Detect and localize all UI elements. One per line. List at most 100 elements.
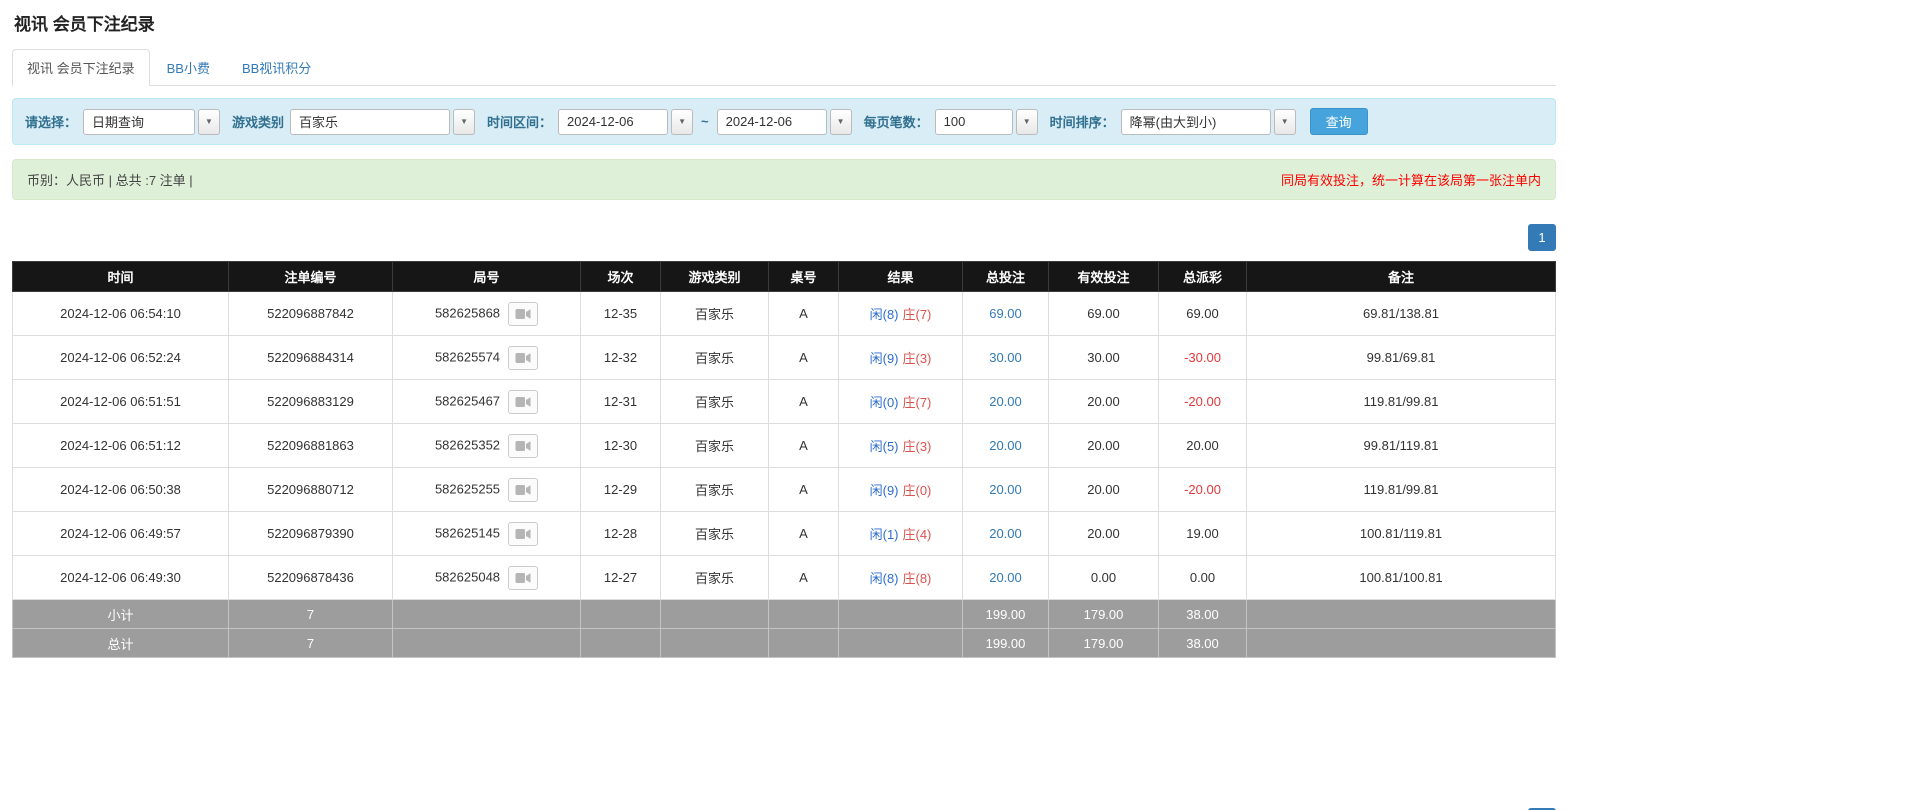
round-id-text: 582625467 — [435, 393, 500, 408]
select-type-label: 请选择： — [25, 112, 77, 131]
column-header: 注单编号 — [229, 262, 393, 292]
cell-table-no: A — [769, 424, 839, 468]
cell-session: 12-35 — [581, 292, 661, 336]
query-type-dropdown-button[interactable]: ▼ — [198, 109, 220, 135]
round-id-text: 582625048 — [435, 569, 500, 584]
total-row: 总计7199.00179.0038.00 — [13, 629, 1556, 658]
cell-total-bet: 20.00 — [963, 380, 1049, 424]
date-to-dropdown-button[interactable]: ▼ — [830, 109, 852, 135]
cell-result: 闲(0)庄(7) — [839, 380, 963, 424]
video-replay-icon-button[interactable] — [508, 478, 538, 502]
result-player: 闲(8) — [870, 571, 899, 586]
cell-valid-bet: 69.00 — [1049, 292, 1159, 336]
subtotal-cell: 179.00 — [1049, 600, 1159, 629]
date-from-dropdown-button[interactable]: ▼ — [671, 109, 693, 135]
result-player: 闲(9) — [870, 351, 899, 366]
cell-bet-id: 522096887842 — [229, 292, 393, 336]
cell-bet-id: 522096880712 — [229, 468, 393, 512]
page-button-1[interactable]: 1 — [1528, 224, 1556, 251]
total-bet-link[interactable]: 30.00 — [989, 350, 1022, 365]
tab-bb-points[interactable]: BB视讯积分 — [227, 49, 326, 86]
date-from-input[interactable]: 2024-12-06 — [558, 109, 668, 135]
cell-result: 闲(8) 庄(7) — [839, 292, 963, 336]
result-banker: 庄(7) — [903, 307, 932, 322]
cell-total-bet: 30.00 — [963, 336, 1049, 380]
sort-label: 时间排序： — [1050, 112, 1115, 131]
caret-down-icon: ▼ — [205, 117, 213, 126]
total-bet-link[interactable]: 69.00 — [989, 306, 1022, 321]
cell-game-type: 百家乐 — [661, 292, 769, 336]
total-bet-link[interactable]: 20.00 — [989, 438, 1022, 453]
sort-input[interactable]: 降幂(由大到小) — [1121, 109, 1271, 135]
cell-bet-id: 522096879390 — [229, 512, 393, 556]
result-player: 闲(1) — [870, 527, 899, 542]
video-replay-icon-button[interactable] — [508, 522, 538, 546]
video-camera-icon — [515, 440, 531, 452]
game-type-combo: 百家乐 ▼ — [290, 109, 475, 135]
video-replay-icon-button[interactable] — [508, 566, 538, 590]
cell-time: 2024-12-06 06:54:10 — [13, 292, 229, 336]
subtotal-cell — [661, 600, 769, 629]
page-size-input[interactable]: 100 — [935, 109, 1013, 135]
page-size-combo: 100 ▼ — [935, 109, 1038, 135]
cell-valid-bet: 20.00 — [1049, 424, 1159, 468]
round-id-text: 582625145 — [435, 525, 500, 540]
game-type-input[interactable]: 百家乐 — [290, 109, 450, 135]
cell-session: 12-27 — [581, 556, 661, 600]
cell-note: 69.81/138.81 — [1247, 292, 1556, 336]
result-player: 闲(5) — [870, 439, 899, 454]
total-cell: 7 — [229, 629, 393, 658]
cell-time: 2024-12-06 06:50:38 — [13, 468, 229, 512]
query-type-input[interactable]: 日期查询 — [83, 109, 195, 135]
cell-result: 闲(8) 庄(8) — [839, 556, 963, 600]
column-header: 桌号 — [769, 262, 839, 292]
cell-round-id: 582625352 — [393, 424, 581, 468]
cell-note: 100.81/100.81 — [1247, 556, 1556, 600]
subtotal-cell: 38.00 — [1159, 600, 1247, 629]
caret-down-icon: ▼ — [678, 117, 686, 126]
cell-result: 闲(9) 庄(3) — [839, 336, 963, 380]
round-id-text: 582625352 — [435, 437, 500, 452]
cell-total-bet: 69.00 — [963, 292, 1049, 336]
date-from-combo: 2024-12-06 ▼ — [558, 109, 693, 135]
total-bet-link[interactable]: 20.00 — [989, 482, 1022, 497]
total-bet-link[interactable]: 20.00 — [989, 570, 1022, 585]
result-player: 闲(8) — [870, 307, 899, 322]
summary-bar: 币别：人民币 | 总共 :7 注单 | 同局有效投注，统一计算在该局第一张注单内 — [12, 159, 1556, 200]
cell-total-bet: 20.00 — [963, 556, 1049, 600]
cell-session: 12-30 — [581, 424, 661, 468]
column-header: 备注 — [1247, 262, 1556, 292]
subtotal-cell — [581, 600, 661, 629]
filter-bar: 请选择： 日期查询 ▼ 游戏类别 百家乐 ▼ 时间区间： 2024-12-06 … — [12, 98, 1556, 145]
total-bet-link[interactable]: 20.00 — [989, 526, 1022, 541]
tab-betting-records[interactable]: 视讯 会员下注纪录 — [12, 49, 150, 86]
cell-payout: -20.00 — [1159, 468, 1247, 512]
video-replay-icon-button[interactable] — [508, 434, 538, 458]
page-title: 视讯 会员下注纪录 — [12, 8, 1556, 49]
total-cell — [581, 629, 661, 658]
sort-dropdown-button[interactable]: ▼ — [1274, 109, 1296, 135]
page-size-dropdown-button[interactable]: ▼ — [1016, 109, 1038, 135]
total-cell: 38.00 — [1159, 629, 1247, 658]
search-button[interactable]: 查询 — [1310, 108, 1368, 135]
currency-summary-text: 币别：人民币 | 总共 :7 注单 | — [27, 170, 193, 189]
subtotal-cell: 7 — [229, 600, 393, 629]
video-camera-icon — [515, 352, 531, 364]
table-row: 2024-12-06 06:52:24 522096884314 5826255… — [13, 336, 1556, 380]
cell-table-no: A — [769, 292, 839, 336]
table-row: 2024-12-06 06:51:12 522096881863 5826253… — [13, 424, 1556, 468]
tab-bb-tips[interactable]: BB小费 — [152, 49, 225, 86]
total-bet-link[interactable]: 20.00 — [989, 394, 1022, 409]
cell-time: 2024-12-06 06:51:12 — [13, 424, 229, 468]
result-banker: 庄(8) — [903, 571, 932, 586]
video-replay-icon-button[interactable] — [508, 302, 538, 326]
video-camera-icon — [515, 396, 531, 408]
result-banker: 庄(3) — [903, 351, 932, 366]
game-type-dropdown-button[interactable]: ▼ — [453, 109, 475, 135]
cell-time: 2024-12-06 06:49:30 — [13, 556, 229, 600]
total-cell — [769, 629, 839, 658]
video-replay-icon-button[interactable] — [508, 390, 538, 414]
date-to-input[interactable]: 2024-12-06 — [717, 109, 827, 135]
cell-payout: -30.00 — [1159, 336, 1247, 380]
video-replay-icon-button[interactable] — [508, 346, 538, 370]
